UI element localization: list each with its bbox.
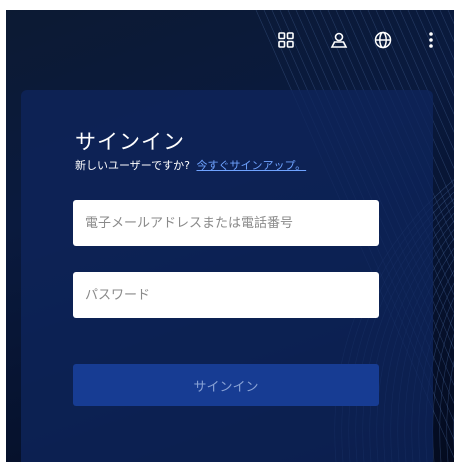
signin-card: サインイン 新しいユーザーですか? 今すぐサインアップ。 サインイン [21,90,433,462]
apps-grid-icon[interactable] [276,30,296,50]
user-location-icon[interactable] [329,30,349,50]
more-vertical-icon[interactable] [426,30,436,50]
page-title: サインイン [75,130,185,154]
new-user-text: 新しいユーザーですか? [75,159,190,172]
password-field[interactable] [73,272,379,318]
signin-button[interactable]: サインイン [73,364,379,406]
app-frame: サインイン 新しいユーザーですか? 今すぐサインアップ。 サインイン [6,10,454,462]
signup-link[interactable]: 今すぐサインアップ。 [196,159,306,172]
email-field[interactable] [73,200,379,246]
signup-prompt: 新しいユーザーですか? 今すぐサインアップ。 [75,157,306,173]
globe-icon[interactable] [373,30,393,50]
